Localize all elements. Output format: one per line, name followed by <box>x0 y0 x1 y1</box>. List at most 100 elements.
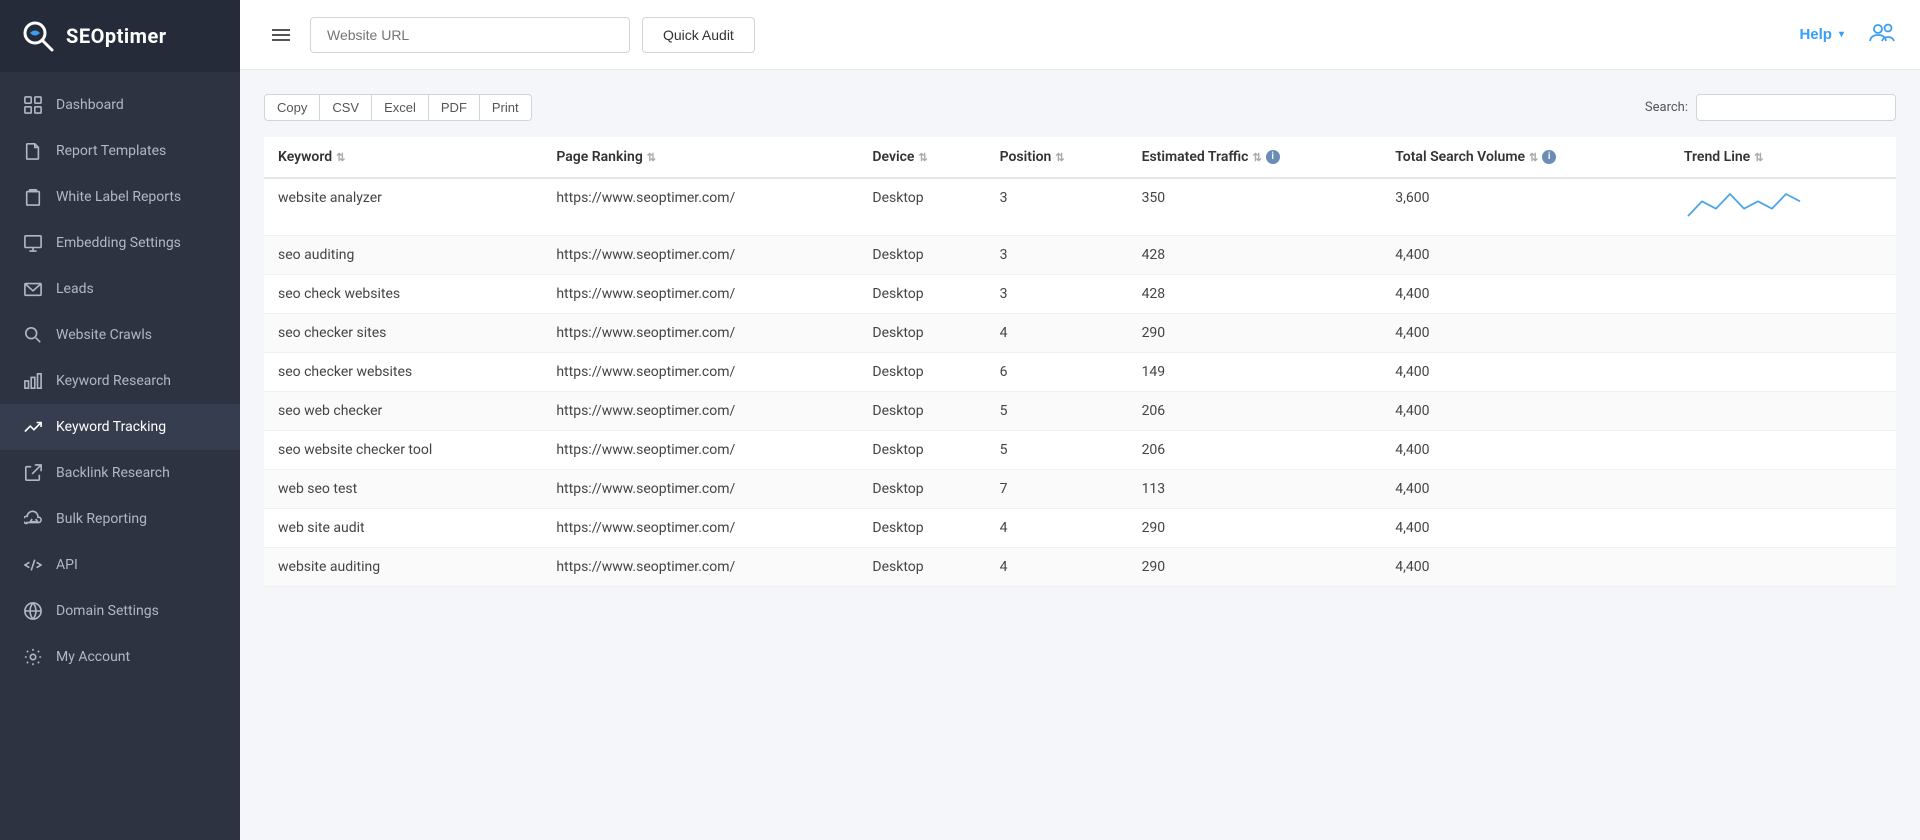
estimated-traffic-cell: 206 <box>1128 392 1382 431</box>
estimated-traffic-cell: 290 <box>1128 314 1382 353</box>
estimated-traffic-cell: 149 <box>1128 353 1382 392</box>
device-cell: Desktop <box>858 314 985 353</box>
sidebar-item-white-label-reports[interactable]: White Label Reports <box>0 174 240 220</box>
sidebar-item-domain-settings[interactable]: Domain Settings <box>0 588 240 634</box>
total-search-volume-cell: 4,400 <box>1381 431 1670 470</box>
export-print-button[interactable]: Print <box>480 94 532 121</box>
position-cell: 3 <box>986 275 1128 314</box>
sidebar-item-bulk-reporting[interactable]: Bulk Reporting <box>0 496 240 542</box>
table-row: website auditing https://www.seoptimer.c… <box>264 548 1896 587</box>
sort-icon: ⇅ <box>1754 151 1763 164</box>
main-content: Quick Audit Help ▾ CopyCSVExcelPDFPrint … <box>240 0 1920 840</box>
col-header-estimated-traffic[interactable]: Estimated Traffic⇅i <box>1128 137 1382 178</box>
total-search-volume-cell: 4,400 <box>1381 548 1670 587</box>
chevron-down-icon: ▾ <box>1839 29 1844 40</box>
trend-line-cell <box>1670 275 1896 314</box>
sidebar-item-my-account[interactable]: My Account <box>0 634 240 680</box>
trend-line-cell <box>1670 314 1896 353</box>
sidebar-item-label: Embedding Settings <box>56 235 181 251</box>
trend-line-cell <box>1670 236 1896 275</box>
estimated-traffic-cell: 428 <box>1128 236 1382 275</box>
table-row: web seo test https://www.seoptimer.com/ … <box>264 470 1896 509</box>
col-header-trend-line[interactable]: Trend Line⇅ <box>1670 137 1896 178</box>
keyword-cell: seo checker sites <box>264 314 542 353</box>
sidebar-item-report-templates[interactable]: Report Templates <box>0 128 240 174</box>
sort-icon: ⇅ <box>336 151 345 164</box>
page-ranking-cell[interactable]: https://www.seoptimer.com/ <box>542 431 858 470</box>
page-ranking-cell[interactable]: https://www.seoptimer.com/ <box>542 470 858 509</box>
table-row: web site audit https://www.seoptimer.com… <box>264 509 1896 548</box>
page-ranking-cell[interactable]: https://www.seoptimer.com/ <box>542 548 858 587</box>
table-body: website analyzer https://www.seoptimer.c… <box>264 178 1896 587</box>
sidebar-item-website-crawls[interactable]: Website Crawls <box>0 312 240 358</box>
total-search-volume-cell: 4,400 <box>1381 314 1670 353</box>
position-cell: 3 <box>986 236 1128 275</box>
globe-icon <box>24 602 42 620</box>
page-ranking-cell[interactable]: https://www.seoptimer.com/ <box>542 236 858 275</box>
quick-audit-button[interactable]: Quick Audit <box>642 17 755 53</box>
table-row: seo website checker tool https://www.seo… <box>264 431 1896 470</box>
export-copy-button[interactable]: Copy <box>264 94 320 121</box>
users-icon[interactable] <box>1868 19 1896 51</box>
clipboard-icon <box>24 188 42 206</box>
sidebar-item-label: Keyword Tracking <box>56 419 166 435</box>
sidebar-item-keyword-research[interactable]: Keyword Research <box>0 358 240 404</box>
total-search-volume-cell: 4,400 <box>1381 509 1670 548</box>
estimated-traffic-cell: 428 <box>1128 275 1382 314</box>
sidebar-item-leads[interactable]: Leads <box>0 266 240 312</box>
trend-line-cell <box>1670 392 1896 431</box>
position-cell: 6 <box>986 353 1128 392</box>
table-row: website analyzer https://www.seoptimer.c… <box>264 178 1896 236</box>
table-row: seo check websites https://www.seoptimer… <box>264 275 1896 314</box>
export-csv-button[interactable]: CSV <box>320 94 372 121</box>
sort-icon: ⇅ <box>1055 151 1064 164</box>
sort-icon: ⇅ <box>918 151 927 164</box>
sidebar-item-backlink-research[interactable]: Backlink Research <box>0 450 240 496</box>
table-controls: CopyCSVExcelPDFPrint Search: <box>264 94 1896 121</box>
table-row: seo web checker https://www.seoptimer.co… <box>264 392 1896 431</box>
page-ranking-cell[interactable]: https://www.seoptimer.com/ <box>542 178 858 236</box>
keyword-cell: web site audit <box>264 509 542 548</box>
col-header-total-search-volume[interactable]: Total Search Volume⇅i <box>1381 137 1670 178</box>
trend-line-cell <box>1670 178 1896 236</box>
col-header-keyword[interactable]: Keyword⇅ <box>264 137 542 178</box>
info-icon[interactable]: i <box>1266 150 1280 164</box>
page-ranking-cell[interactable]: https://www.seoptimer.com/ <box>542 509 858 548</box>
logo-text: SEOptimer <box>66 24 167 48</box>
position-cell: 5 <box>986 431 1128 470</box>
sidebar-item-api[interactable]: API <box>0 542 240 588</box>
export-pdf-button[interactable]: PDF <box>429 94 480 121</box>
code-icon <box>24 556 42 574</box>
table-row: seo checker sites https://www.seoptimer.… <box>264 314 1896 353</box>
sidebar-item-label: Report Templates <box>56 143 166 159</box>
trend-line-cell <box>1670 470 1896 509</box>
page-ranking-cell[interactable]: https://www.seoptimer.com/ <box>542 353 858 392</box>
url-input[interactable] <box>310 17 630 53</box>
page-ranking-cell[interactable]: https://www.seoptimer.com/ <box>542 392 858 431</box>
page-ranking-cell[interactable]: https://www.seoptimer.com/ <box>542 275 858 314</box>
export-excel-button[interactable]: Excel <box>372 94 429 121</box>
trend-line-cell <box>1670 548 1896 587</box>
keyword-cell: web seo test <box>264 470 542 509</box>
device-cell: Desktop <box>858 275 985 314</box>
col-header-device[interactable]: Device⇅ <box>858 137 985 178</box>
page-ranking-cell[interactable]: https://www.seoptimer.com/ <box>542 314 858 353</box>
search-input[interactable] <box>1696 94 1896 121</box>
device-cell: Desktop <box>858 178 985 236</box>
export-buttons: CopyCSVExcelPDFPrint <box>264 94 532 121</box>
hamburger-button[interactable] <box>264 18 298 52</box>
sidebar-item-embedding-settings[interactable]: Embedding Settings <box>0 220 240 266</box>
bar-chart-icon <box>24 372 42 390</box>
total-search-volume-cell: 4,400 <box>1381 275 1670 314</box>
info-icon[interactable]: i <box>1542 150 1556 164</box>
col-header-page-ranking[interactable]: Page Ranking⇅ <box>542 137 858 178</box>
logo-icon <box>20 18 56 54</box>
sidebar-item-keyword-tracking[interactable]: Keyword Tracking <box>0 404 240 450</box>
keyword-cell: seo auditing <box>264 236 542 275</box>
sidebar-item-label: Keyword Research <box>56 373 171 389</box>
sort-icon: ⇅ <box>1529 151 1538 164</box>
total-search-volume-cell: 4,400 <box>1381 353 1670 392</box>
help-button[interactable]: Help ▾ <box>1799 26 1844 43</box>
sidebar-item-dashboard[interactable]: Dashboard <box>0 82 240 128</box>
col-header-position[interactable]: Position⇅ <box>986 137 1128 178</box>
